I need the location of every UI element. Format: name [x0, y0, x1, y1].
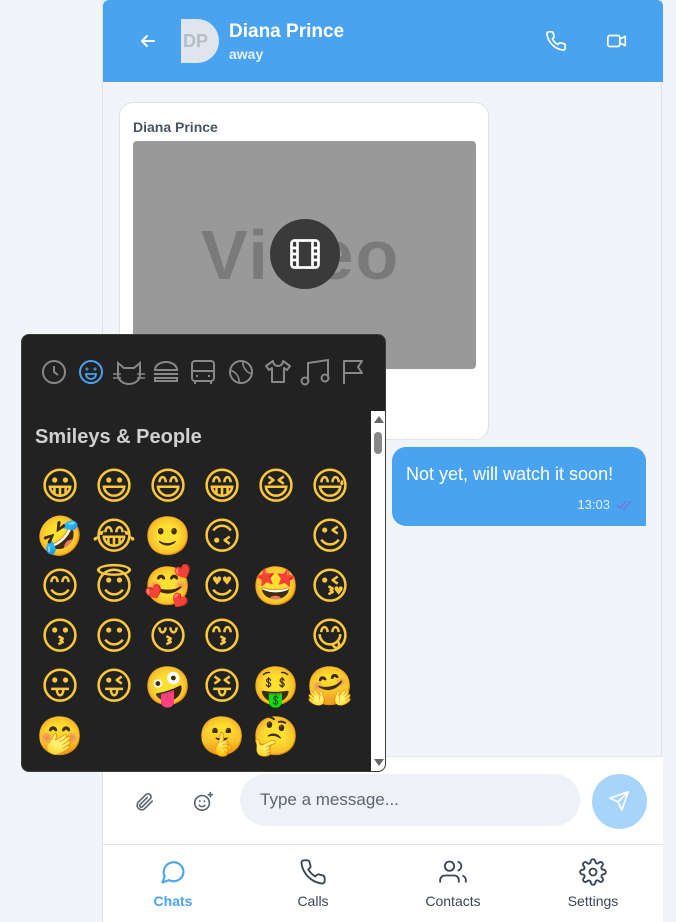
shirt-icon[interactable]	[262, 357, 294, 387]
emoji-cell-missing[interactable]	[88, 711, 140, 761]
emoji-cell[interactable]: 😀	[34, 461, 86, 511]
emoji-cell[interactable]: 😄	[142, 461, 194, 511]
emoji-cell[interactable]: 😂	[88, 511, 140, 561]
emoji-cell[interactable]: 🤪	[142, 661, 194, 711]
emoji-cell[interactable]: 🙂	[142, 511, 194, 561]
emoji-cell[interactable]: 😃	[88, 461, 140, 511]
emoji-cell[interactable]: 😋	[304, 611, 356, 661]
burger-icon[interactable]	[150, 357, 182, 387]
send-button[interactable]	[592, 774, 647, 829]
emoji-picker: Smileys & People 😀 😃 😄 😁 😆 😅 🤣 😂 🙂 🙃 😉 😊 😇 🥰 😍 🤩 😘 😗 ☺ 😚 😙 😋 😛…	[21, 334, 386, 772]
tab-chats[interactable]: Chats	[103, 845, 243, 922]
section-title: Smileys & People	[35, 426, 202, 448]
chat-bubble-icon	[161, 861, 185, 884]
emoji-cell[interactable]: 😍	[196, 561, 248, 611]
tab-calls[interactable]: Calls	[243, 845, 383, 922]
tab-label: Chats	[153, 893, 193, 909]
emoji-cell[interactable]: 🤫	[196, 711, 248, 761]
emoji-cell[interactable]: 🤭	[34, 711, 86, 761]
message-input[interactable]	[240, 774, 580, 826]
send-icon	[609, 791, 629, 811]
emoji-cell[interactable]: 😜	[88, 661, 140, 711]
emoji-list[interactable]: Smileys & People 😀 😃 😄 😁 😆 😅 🤣 😂 🙂 🙃 😉 😊 😇 🥰 😍 🤩 😘 😗 ☺ 😚 😙 😋 😛…	[22, 411, 371, 771]
tab-label: Contacts	[425, 893, 481, 909]
tab-contacts[interactable]: Contacts	[383, 845, 523, 922]
contacts-icon	[439, 860, 467, 883]
tab-settings[interactable]: Settings	[523, 845, 663, 922]
emoji-cell[interactable]: 😅	[304, 461, 356, 511]
message-time: 13:03	[577, 497, 610, 512]
cat-icon[interactable]	[112, 357, 145, 387]
emoji-cell[interactable]: 😉	[304, 511, 356, 561]
avatar-initials: DP	[183, 31, 209, 51]
emoji-category-bar	[22, 335, 385, 411]
emoji-cell[interactable]: 🤔	[250, 711, 302, 761]
chat-header: DP Diana Prince away	[103, 0, 663, 82]
contact-status: away	[229, 46, 264, 62]
film-icon[interactable]	[270, 219, 340, 289]
message-sender: Diana Prince	[133, 119, 218, 135]
emoji-cell-missing[interactable]	[304, 711, 356, 761]
emoji-icon[interactable]	[192, 791, 214, 813]
recent-icon[interactable]	[38, 357, 70, 387]
attach-icon[interactable]	[133, 791, 155, 813]
video-camera-icon[interactable]	[606, 30, 630, 54]
emoji-cell[interactable]: 😗	[34, 611, 86, 661]
emoji-cell[interactable]: 😇	[88, 561, 140, 611]
emoji-cell[interactable]: 😆	[250, 461, 302, 511]
emoji-cell[interactable]: 🤗	[304, 661, 356, 711]
outgoing-message: Not yet, will watch it soon! 13:03	[392, 447, 646, 526]
scrollbar[interactable]	[371, 411, 385, 771]
emoji-cell-missing[interactable]	[142, 711, 194, 761]
avatar[interactable]: DP	[181, 19, 219, 63]
music-note-icon[interactable]	[299, 357, 331, 387]
scroll-up-arrow[interactable]	[374, 416, 384, 423]
emoji-cell[interactable]: 🙃	[196, 511, 248, 561]
emoji-cell[interactable]: 🤣	[34, 511, 86, 561]
tab-label: Calls	[297, 893, 329, 909]
phone-icon[interactable]	[545, 30, 569, 54]
emoji-cell[interactable]: 😝	[196, 661, 248, 711]
flag-icon[interactable]	[338, 357, 370, 387]
emoji-cell[interactable]: 🤩	[250, 561, 302, 611]
phone-icon	[300, 859, 326, 885]
back-arrow-icon[interactable]	[139, 32, 157, 50]
emoji-cell[interactable]: 😛	[34, 661, 86, 711]
smiley-icon[interactable]	[75, 357, 107, 387]
emoji-cell[interactable]: ☺	[88, 611, 140, 661]
double-check-icon	[616, 498, 634, 516]
bus-icon[interactable]	[187, 357, 219, 387]
tab-label: Settings	[567, 893, 619, 909]
emoji-cell-missing[interactable]	[250, 611, 302, 661]
message-text: Not yet, will watch it soon!	[406, 464, 614, 484]
emoji-cell[interactable]: 😘	[304, 561, 356, 611]
baseball-icon[interactable]	[225, 357, 257, 387]
gear-icon	[579, 858, 607, 886]
emoji-cell[interactable]: 😚	[142, 611, 194, 661]
emoji-cell[interactable]: 🥰	[142, 561, 194, 611]
emoji-cell[interactable]: 🤑	[250, 661, 302, 711]
scroll-down-arrow[interactable]	[374, 759, 384, 766]
emoji-cell[interactable]: 😙	[196, 611, 248, 661]
emoji-cell-missing[interactable]	[250, 511, 302, 561]
emoji-cell[interactable]: 😊	[34, 561, 86, 611]
contact-name[interactable]: Diana Prince	[229, 21, 344, 43]
scroll-thumb[interactable]	[374, 432, 382, 454]
bottom-tab-bar: Chats Calls Contacts Settings	[103, 844, 663, 922]
emoji-cell[interactable]: 😁	[196, 461, 248, 511]
